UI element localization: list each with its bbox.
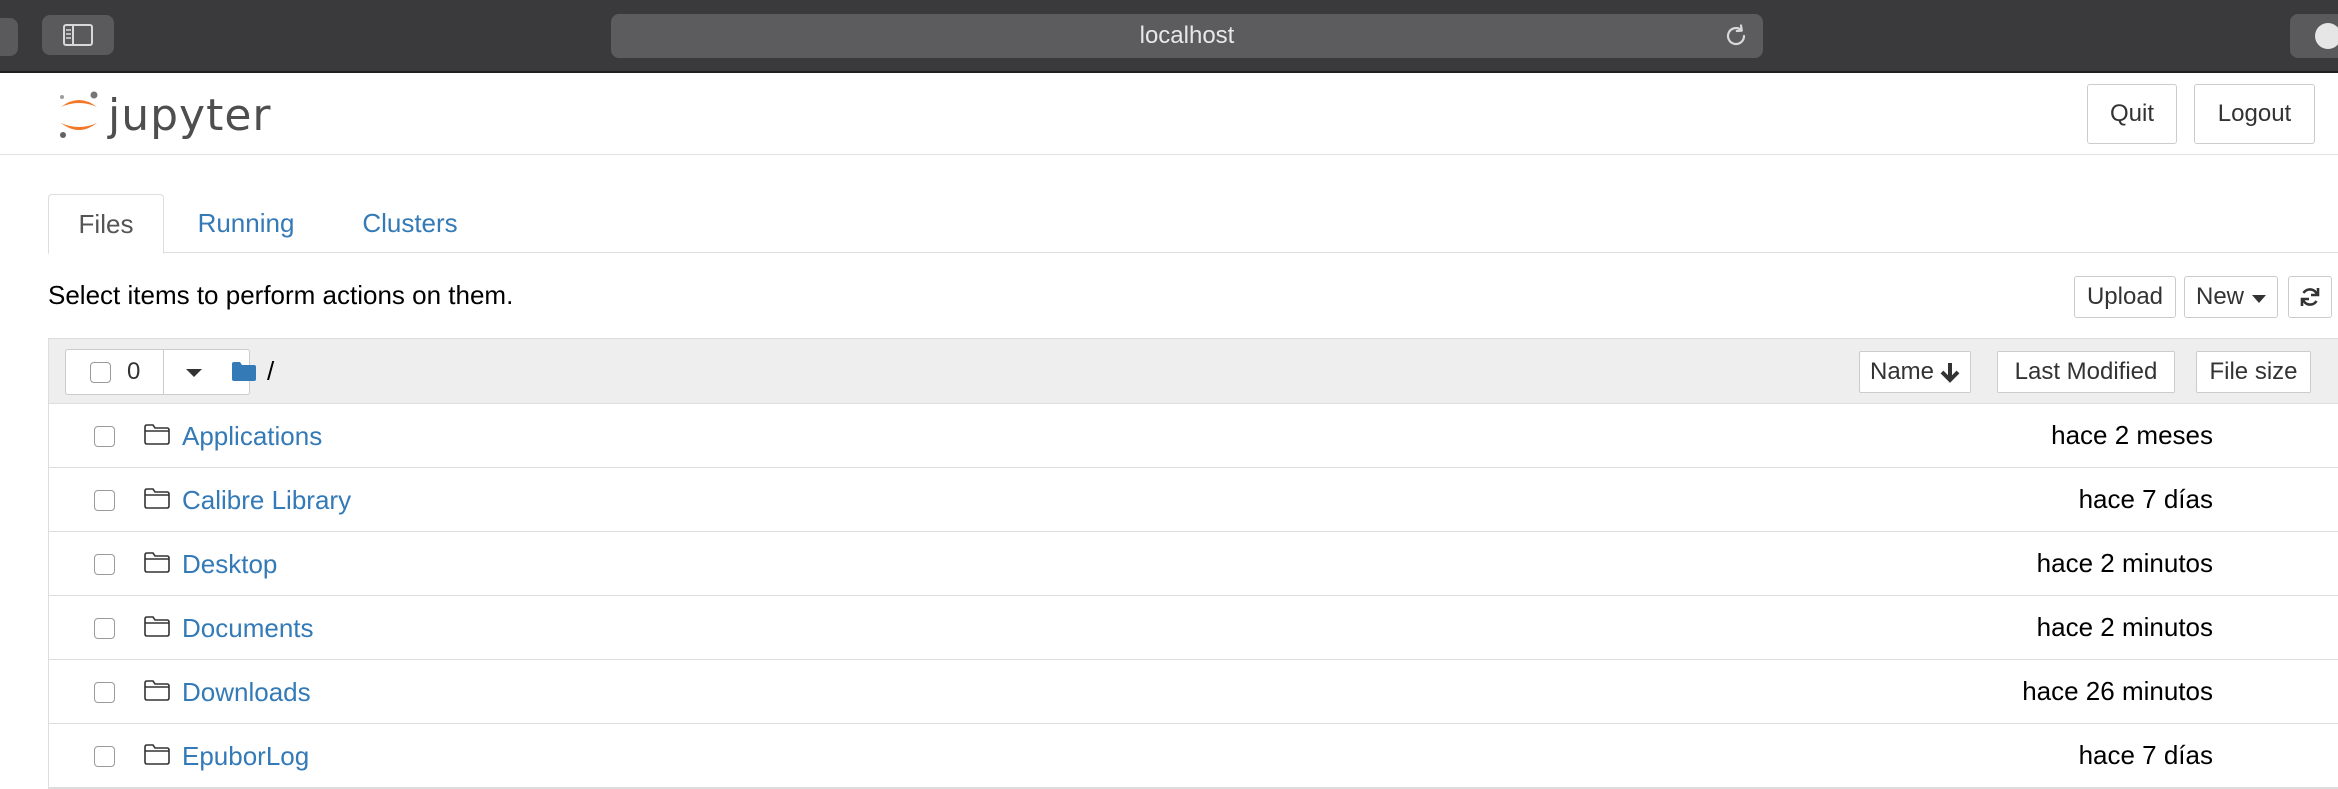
file-name-link[interactable]: Applications [182,421,322,452]
folder-icon [144,616,170,637]
downloads-button[interactable] [2290,14,2338,58]
jupyter-logo-icon [60,91,98,138]
caret-down-icon [2252,294,2266,303]
sidebar-icon [63,24,93,46]
back-button[interactable] [0,18,18,56]
arrow-down-icon [1940,363,1960,383]
sort-by-size-button[interactable]: File size [2196,351,2311,393]
download-icon [2315,23,2338,49]
tab-clusters[interactable]: Clusters [346,194,474,253]
new-button-label: New [2195,283,2244,310]
file-modified: hace 2 minutos [2036,548,2213,578]
file-row[interactable]: Calibre Library hace 7 días [49,468,2338,532]
breadcrumb-path[interactable]: / [267,356,274,387]
logout-button[interactable]: Logout [2194,84,2315,144]
file-row[interactable]: Applications hace 2 meses [49,404,2338,468]
file-row[interactable]: EpuborLog hace 7 días [49,724,2338,788]
tab-running[interactable]: Running [180,194,312,253]
row-checkbox[interactable] [94,554,115,575]
sort-name-label: Name [1869,358,1935,385]
file-name-link[interactable]: Downloads [182,677,311,708]
sort-by-name-button[interactable]: Name [1859,351,1971,393]
file-name-link[interactable]: EpuborLog [182,741,309,772]
folder-icon [144,424,170,445]
folder-home-icon[interactable] [231,360,257,382]
browser-toolbar: localhost [0,0,2338,73]
reload-icon[interactable] [1723,23,1749,49]
selected-count: 0 [127,358,141,385]
file-modified: hace 26 minutos [2022,676,2213,706]
file-row[interactable]: Desktop hace 2 minutos [49,532,2338,596]
file-name-link[interactable]: Documents [182,613,314,644]
address-bar[interactable]: localhost [611,14,1763,58]
main-tabs: Files Running Clusters [48,194,2338,254]
folder-icon [144,680,170,701]
quit-button[interactable]: Quit [2087,84,2177,144]
file-name-link[interactable]: Desktop [182,549,277,580]
sort-by-modified-button[interactable]: Last Modified [1997,351,2175,393]
upload-button[interactable]: Upload [2074,276,2176,318]
row-checkbox[interactable] [94,682,115,703]
row-checkbox[interactable] [94,426,115,447]
breadcrumb: / [231,353,274,389]
refresh-icon [2300,288,2320,306]
select-all-area: 0 [66,350,164,394]
file-modified: hace 2 minutos [2036,612,2213,642]
instructions-text: Select items to perform actions on them. [48,280,514,310]
select-all-checkbox[interactable] [90,361,111,383]
file-row[interactable]: Downloads hace 26 minutos [49,660,2338,724]
logo-text: jupyter [108,89,272,141]
file-modified: hace 2 meses [2051,420,2213,450]
row-checkbox[interactable] [94,618,115,639]
sidebar-toggle-button[interactable] [42,15,114,55]
selection-menu-caret-icon[interactable] [186,369,202,377]
file-list: 0 / Name Last Modified File size Applica… [48,338,2338,789]
file-row[interactable]: Documents hace 2 minutos [49,596,2338,660]
file-list-header: 0 / Name Last Modified File size [49,339,2338,404]
refresh-button[interactable] [2288,276,2332,318]
row-checkbox[interactable] [94,490,115,511]
folder-icon [144,488,170,509]
address-text: localhost [1139,22,1235,49]
new-button[interactable]: New [2184,276,2278,318]
jupyter-logo[interactable]: jupyter [54,83,272,147]
folder-icon [144,744,170,765]
file-name-link[interactable]: Calibre Library [182,485,351,516]
jupyter-header: jupyter Quit Logout [0,75,2338,155]
file-modified: hace 7 días [2078,740,2213,770]
folder-icon [144,552,170,573]
select-all-group: 0 [65,349,250,395]
file-modified: hace 7 días [2078,484,2213,514]
tab-files[interactable]: Files [48,194,164,254]
